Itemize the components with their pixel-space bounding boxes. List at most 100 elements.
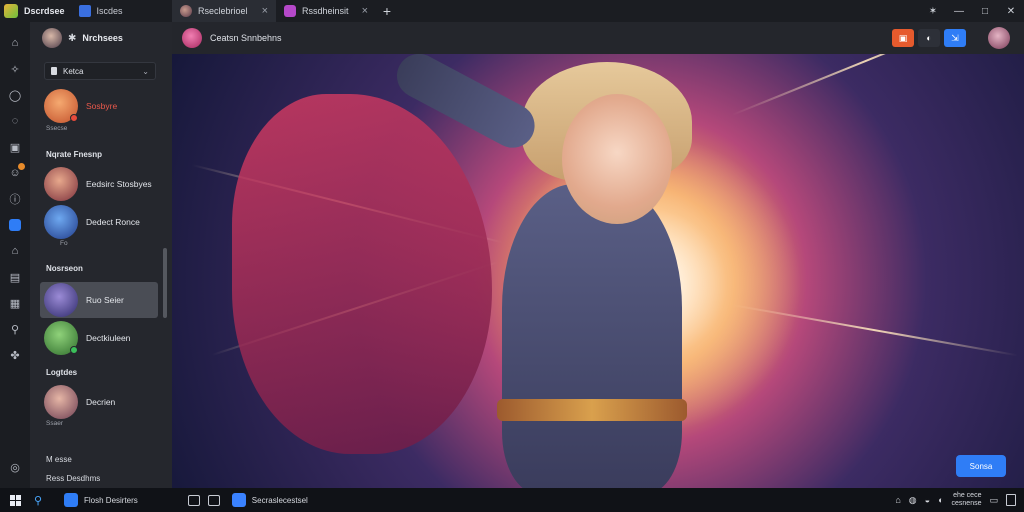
notification-icon[interactable] xyxy=(1006,494,1016,506)
settings-icon[interactable]: ◎ xyxy=(0,454,30,480)
avatar[interactable] xyxy=(182,28,202,48)
chat-icon[interactable]: ◯ xyxy=(0,82,30,108)
info-icon[interactable]: ⓘ xyxy=(0,186,30,212)
contact-sub: Fo xyxy=(60,240,68,247)
tab-label: Rssdheinsit xyxy=(302,6,349,16)
content-title: Ceatsn Snnbehns xyxy=(210,33,282,43)
active-icon[interactable] xyxy=(0,212,30,238)
building-icon[interactable]: ⌂ xyxy=(0,238,30,264)
network-icon[interactable]: ◍ xyxy=(909,495,917,506)
window-controls: ✶ — □ ✕ xyxy=(920,0,1024,22)
star-icon[interactable]: ✧ xyxy=(0,56,30,82)
tab-favicon-icon xyxy=(284,5,296,17)
contact-sub: Ssaer xyxy=(46,420,63,427)
window-icon[interactable]: ▣ xyxy=(0,134,30,160)
list-icon[interactable]: ▦ xyxy=(0,290,30,316)
action-button[interactable]: Sonsa xyxy=(956,455,1006,477)
header-toolbar: ▣ ◐ ⇲ xyxy=(892,29,966,47)
app-title: Dscrdsee xyxy=(24,6,65,16)
contact-item-selected[interactable]: Ruo Seier xyxy=(40,282,158,318)
scrollbar[interactable] xyxy=(163,248,167,318)
section-label: Nqrate Fnesnp xyxy=(46,150,103,159)
contact-name: Sosbyre xyxy=(86,101,118,111)
explore-icon[interactable]: ◌ xyxy=(0,108,30,134)
people-icon[interactable]: ☺ xyxy=(0,160,30,186)
cloud-icon[interactable]: ⌂ xyxy=(895,495,900,505)
contact-item[interactable]: Dectkiuleen xyxy=(40,320,168,356)
doc-icon[interactable]: ▤ xyxy=(0,264,30,290)
tab-1[interactable]: Rseclebrioel × xyxy=(172,0,276,22)
avatar[interactable] xyxy=(988,27,1010,49)
contact-item[interactable]: Decrien xyxy=(40,384,168,420)
avatar xyxy=(44,321,78,355)
settings-button[interactable]: ◐ xyxy=(918,29,940,47)
volume-icon[interactable]: ◒ xyxy=(925,495,930,505)
status-dot xyxy=(70,114,78,122)
tab-2[interactable]: Rssdheinsit × xyxy=(276,0,376,22)
content-header: Ceatsn Snnbehns ▣ ◐ ⇲ xyxy=(172,22,1024,54)
widgets-icon[interactable] xyxy=(207,494,220,506)
maximize-button[interactable]: □ xyxy=(972,6,998,17)
app-subtitle: Iscdes xyxy=(96,6,123,16)
record-button[interactable]: ▣ xyxy=(892,29,914,47)
select-value: Ketca xyxy=(63,66,84,76)
avatar xyxy=(44,205,78,239)
gear-icon[interactable]: ✱ xyxy=(68,33,76,44)
cape xyxy=(232,94,492,454)
clock-date: cesnense xyxy=(951,500,982,507)
pin-icon[interactable]: ⚲ xyxy=(0,316,30,342)
clock[interactable]: ehe cece cesnense xyxy=(952,492,982,508)
new-tab-button[interactable]: + xyxy=(376,0,398,22)
system-tray: ⌂ ◍ ◒ ◐ ehe cece cesnense ▭ xyxy=(895,492,1016,508)
section-label: Nosrseon xyxy=(46,264,83,273)
clock-time: ehe cece xyxy=(953,492,982,499)
main-artwork xyxy=(172,54,1024,488)
avatar[interactable] xyxy=(42,28,62,48)
avatar xyxy=(44,167,78,201)
light-streak xyxy=(731,54,1002,116)
apps-icon[interactable]: ✤ xyxy=(0,342,30,368)
minimize-button[interactable]: — xyxy=(946,6,972,17)
pin-icon[interactable]: ✶ xyxy=(920,6,946,17)
share-button[interactable]: ⇲ xyxy=(944,29,966,47)
panel-footer-label[interactable]: Ress Desdhms xyxy=(46,474,100,483)
taskbar-app-icon[interactable] xyxy=(64,493,78,507)
avatar xyxy=(44,283,78,317)
battery-icon[interactable]: ◐ xyxy=(938,495,943,505)
file-icon xyxy=(51,67,57,75)
contact-item[interactable]: Dedect Ronce xyxy=(40,204,168,240)
search-icon[interactable]: ⚲ xyxy=(34,494,50,507)
status-select[interactable]: Ketca ⌄ xyxy=(44,62,156,80)
chat-icon[interactable]: ▭ xyxy=(989,495,998,506)
panel-footer-label: M esse xyxy=(46,455,72,464)
tab-close-icon[interactable]: × xyxy=(262,5,268,17)
taskbar-app-icon[interactable] xyxy=(231,493,246,507)
contact-name: Decrien xyxy=(86,397,116,407)
task-view-icon[interactable] xyxy=(187,494,200,506)
home-icon[interactable]: ⌂ xyxy=(0,30,30,56)
character-body xyxy=(502,184,682,488)
contact-name: Dectkiuleen xyxy=(86,333,131,343)
panel-header: ✱ Nrchsees xyxy=(30,22,172,54)
contact-item[interactable]: Sosbyre xyxy=(40,88,168,124)
contact-name: Eedsirc Stosbyes xyxy=(86,179,152,189)
tab-close-icon[interactable]: × xyxy=(362,5,368,17)
contact-name: Ruo Seier xyxy=(86,295,124,305)
windows-start-icon[interactable] xyxy=(0,488,30,512)
side-panel: ✱ Nrchsees Ketca ⌄ Sosbyre Ssecse Nqrate… xyxy=(30,22,172,488)
app-header: Dscrdsee Iscdes xyxy=(0,0,172,22)
character-head xyxy=(562,94,672,224)
section-label: Logtdes xyxy=(46,368,78,377)
close-button[interactable]: ✕ xyxy=(998,6,1024,17)
tab-favicon-icon xyxy=(180,5,192,17)
chevron-down-icon: ⌄ xyxy=(142,66,149,76)
taskbar-app-label[interactable]: Secraslecestsel xyxy=(252,496,308,505)
contact-name: Dedect Ronce xyxy=(86,217,140,227)
panel-title: Nrchsees xyxy=(82,33,123,43)
taskbar: ⚲ Flosh Desirters Secraslecestsel ⌂ ◍ ◒ … xyxy=(0,488,1024,512)
tab-label: Rseclebrioel xyxy=(198,6,248,16)
contact-item[interactable]: Eedsirc Stosbyes xyxy=(40,166,168,202)
avatar xyxy=(44,385,78,419)
notification-badge xyxy=(18,163,25,170)
taskbar-search-text[interactable]: Flosh Desirters xyxy=(84,496,138,505)
